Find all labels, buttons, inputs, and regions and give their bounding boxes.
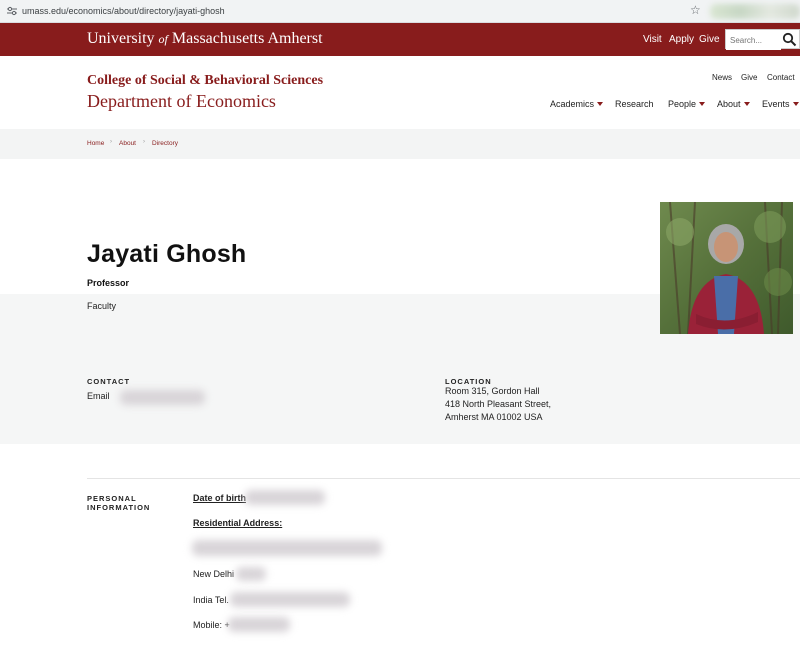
mobile-redacted <box>228 617 290 632</box>
nav-research-label: Research <box>615 99 654 109</box>
bookmark-star-icon[interactable]: ☆ <box>690 3 701 17</box>
nav-events-label: Events <box>762 99 790 109</box>
nav-academics-label: Academics <box>550 99 595 109</box>
college-name[interactable]: College of Social & Behavioral Sciences <box>87 73 323 89</box>
profile-title: Professor <box>87 278 130 288</box>
india-tel-redacted <box>230 592 350 607</box>
nav-people-label: People <box>668 99 697 109</box>
contact-heading: CONTACT <box>87 377 131 386</box>
nav-about[interactable]: About <box>717 99 750 109</box>
chevron-down-icon <box>743 102 750 106</box>
chevron-down-icon <box>699 102 706 106</box>
dob-label: Date of birth <box>193 493 246 503</box>
university-header: University of Massachusetts Amherst Visi… <box>0 23 800 56</box>
email-label: Email <box>87 391 110 401</box>
chevron-down-icon <box>597 102 604 106</box>
email-value-redacted[interactable] <box>120 390 205 405</box>
contact-link[interactable]: Contact <box>767 73 795 82</box>
nav-events[interactable]: Events <box>762 99 799 109</box>
city-label: New Delhi <box>193 569 235 579</box>
personal-heading-line1: PERSONAL <box>87 494 137 503</box>
university-logo-link[interactable]: University of Massachusetts Amherst <box>87 30 323 48</box>
chevron-down-icon <box>792 102 799 106</box>
browser-extensions-blurred <box>710 4 800 19</box>
give-link[interactable]: Give <box>699 34 720 45</box>
location-line-2: 418 North Pleasant Street, <box>445 399 552 409</box>
mobile-label: Mobile: + <box>193 620 230 630</box>
section-divider <box>87 478 800 479</box>
visit-link[interactable]: Visit <box>643 34 662 45</box>
nav-people[interactable]: People <box>668 99 706 109</box>
dept-give-link[interactable]: Give <box>741 73 757 82</box>
breadcrumb-home[interactable]: Home <box>87 140 104 147</box>
city-extra-redacted <box>236 567 266 581</box>
apply-link[interactable]: Apply <box>669 34 694 45</box>
search-input[interactable] <box>726 31 781 50</box>
india-tel-label: India Tel. <box>193 595 229 605</box>
brand-prefix: University <box>87 30 155 47</box>
brand-of: of <box>158 32 168 46</box>
url-text[interactable]: umass.edu/economics/about/directory/jaya… <box>22 6 225 16</box>
breadcrumb-separator-icon: › <box>110 139 112 145</box>
profile-photo <box>660 202 793 334</box>
location-line-3: Amherst MA 01002 USA <box>445 412 543 422</box>
dob-value-redacted <box>245 490 325 505</box>
department-name[interactable]: Department of Economics <box>87 91 276 112</box>
nav-research[interactable]: Research <box>615 99 654 109</box>
site-settings-icon[interactable] <box>6 5 18 17</box>
breadcrumb-directory[interactable]: Directory <box>152 140 178 147</box>
search-icon[interactable] <box>782 32 797 47</box>
personal-heading-line2: INFORMATION <box>87 503 151 512</box>
breadcrumb: Home › About › Directory <box>0 129 800 159</box>
browser-address-bar[interactable]: umass.edu/economics/about/directory/jaya… <box>0 0 800 23</box>
brand-suffix: Massachusetts Amherst <box>171 30 323 47</box>
location-heading: LOCATION <box>445 377 492 386</box>
news-link[interactable]: News <box>712 73 732 82</box>
profile-type: Faculty <box>87 301 117 311</box>
breadcrumb-about[interactable]: About <box>119 140 136 147</box>
breadcrumb-separator-icon: › <box>143 139 145 145</box>
location-line-1: Room 315, Gordon Hall <box>445 386 540 396</box>
nav-about-label: About <box>717 99 741 109</box>
profile-name: Jayati Ghosh <box>87 240 247 268</box>
site-search[interactable] <box>725 29 800 50</box>
address-line-redacted <box>192 540 382 556</box>
address-label: Residential Address: <box>193 518 283 528</box>
nav-academics[interactable]: Academics <box>550 99 604 109</box>
